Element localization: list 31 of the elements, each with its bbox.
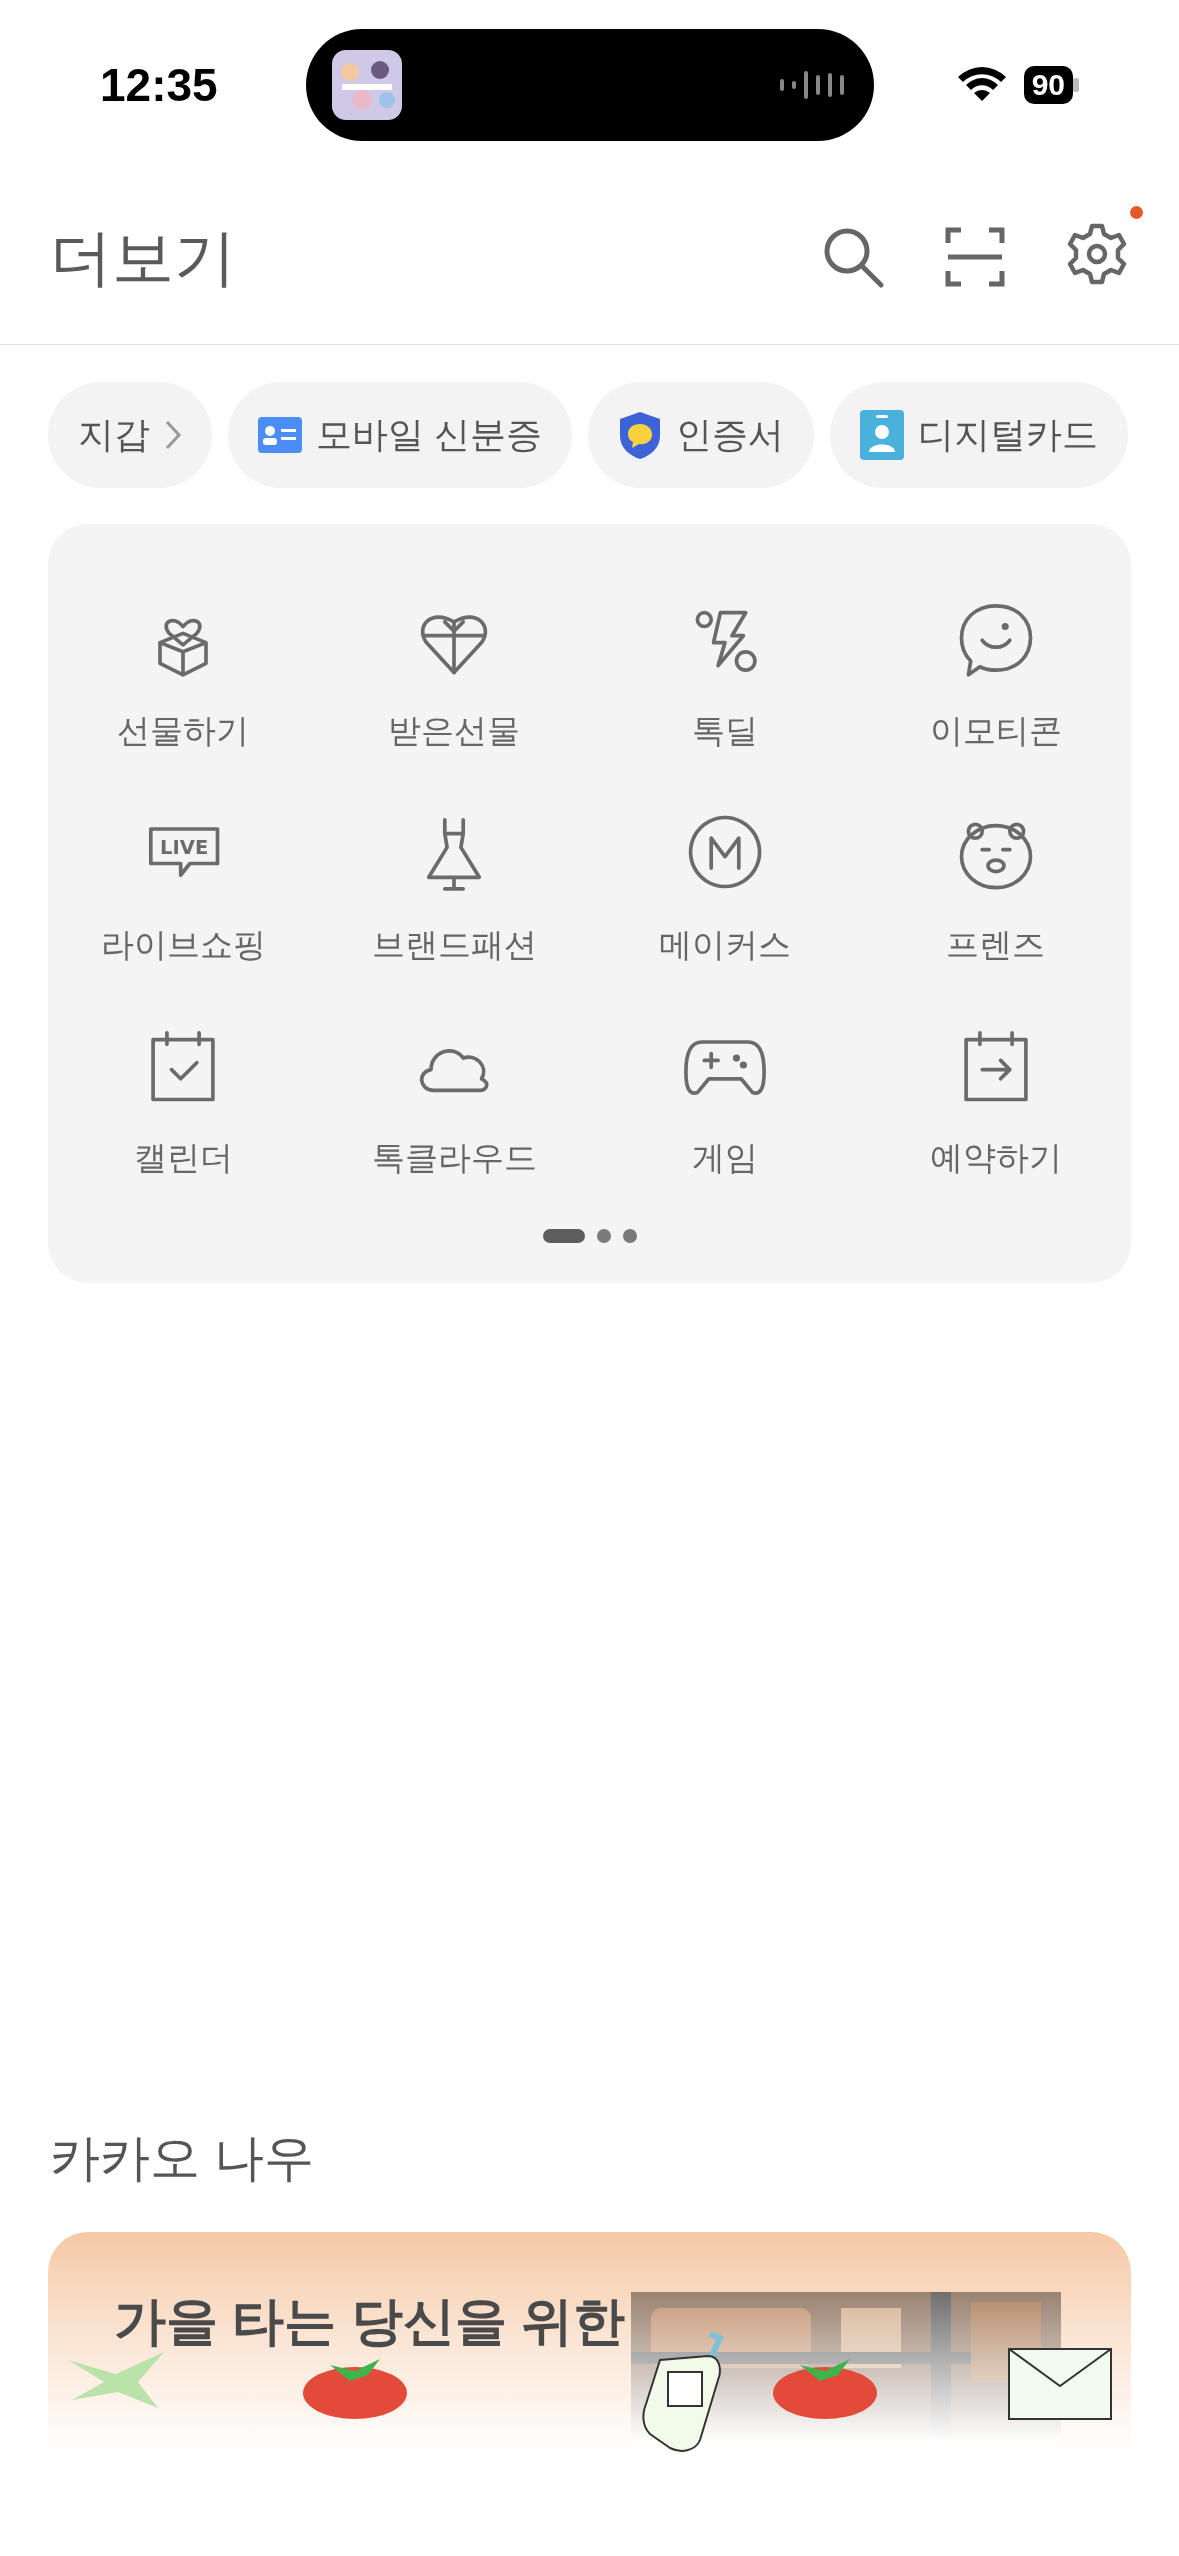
badge-person-icon xyxy=(860,410,904,460)
chevron-right-icon xyxy=(164,419,182,451)
banner-headline: 가을 타는 당신을 위한 xyxy=(114,2290,626,2352)
quick-chip[interactable]: 모바일 신분증 xyxy=(228,382,572,488)
wifi-icon xyxy=(957,67,1006,103)
section-title: 카카오 나우 xyxy=(50,2129,314,2186)
service-item[interactable]: 선물하기 xyxy=(48,592,319,756)
quick-chip[interactable]: 인증서 xyxy=(588,382,814,488)
service-item[interactable]: 톡딜 xyxy=(589,592,861,756)
service-item[interactable]: 메이커스 xyxy=(589,805,861,969)
service-item[interactable]: LIVE 라이브쇼핑 xyxy=(48,805,319,969)
service-item[interactable]: 캘린더 xyxy=(48,1019,319,1183)
quick-chip[interactable]: 디지털카드 xyxy=(830,382,1128,488)
scan-icon xyxy=(945,227,1005,287)
status-time: 12:35 xyxy=(100,57,219,113)
battery-tip-icon xyxy=(1073,78,1079,92)
settings-button[interactable] xyxy=(1065,221,1129,286)
shield-icon xyxy=(618,410,662,460)
service-item[interactable]: 톡클라우드 xyxy=(318,1019,590,1183)
wallet-link[interactable]: 지갑 xyxy=(48,382,212,488)
service-item[interactable]: 브랜드패션 xyxy=(318,805,590,969)
service-item[interactable]: 받은선물 xyxy=(318,592,590,756)
settings-icon xyxy=(1065,221,1129,286)
battery-level: 90 xyxy=(1023,66,1073,104)
service-item[interactable]: 게임 xyxy=(589,1019,861,1183)
service-item[interactable]: 프렌즈 xyxy=(860,805,1131,969)
service-item[interactable]: 이모티콘 xyxy=(860,592,1131,756)
page-title: 더보기 xyxy=(50,221,236,294)
scan-button[interactable] xyxy=(945,227,1005,287)
id-card-icon xyxy=(258,417,302,453)
service-item[interactable]: 예약하기 xyxy=(860,1019,1131,1183)
